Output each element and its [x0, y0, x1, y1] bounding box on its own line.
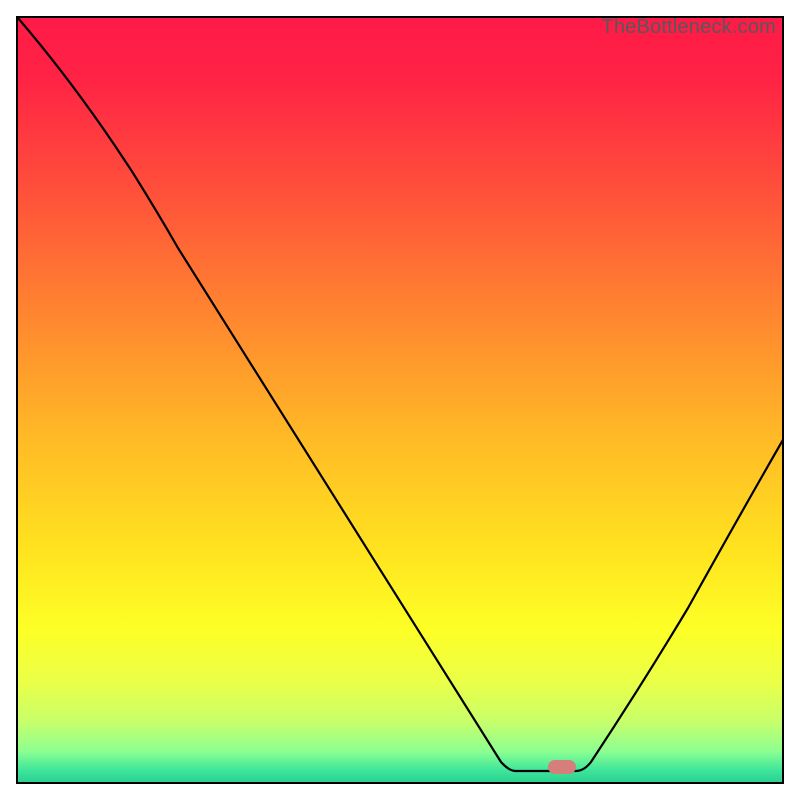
watermark-text: TheBottleneck.com: [601, 16, 776, 39]
minimum-marker: [548, 760, 576, 774]
chart-curve: [18, 18, 782, 782]
chart-frame: TheBottleneck.com: [16, 16, 784, 784]
